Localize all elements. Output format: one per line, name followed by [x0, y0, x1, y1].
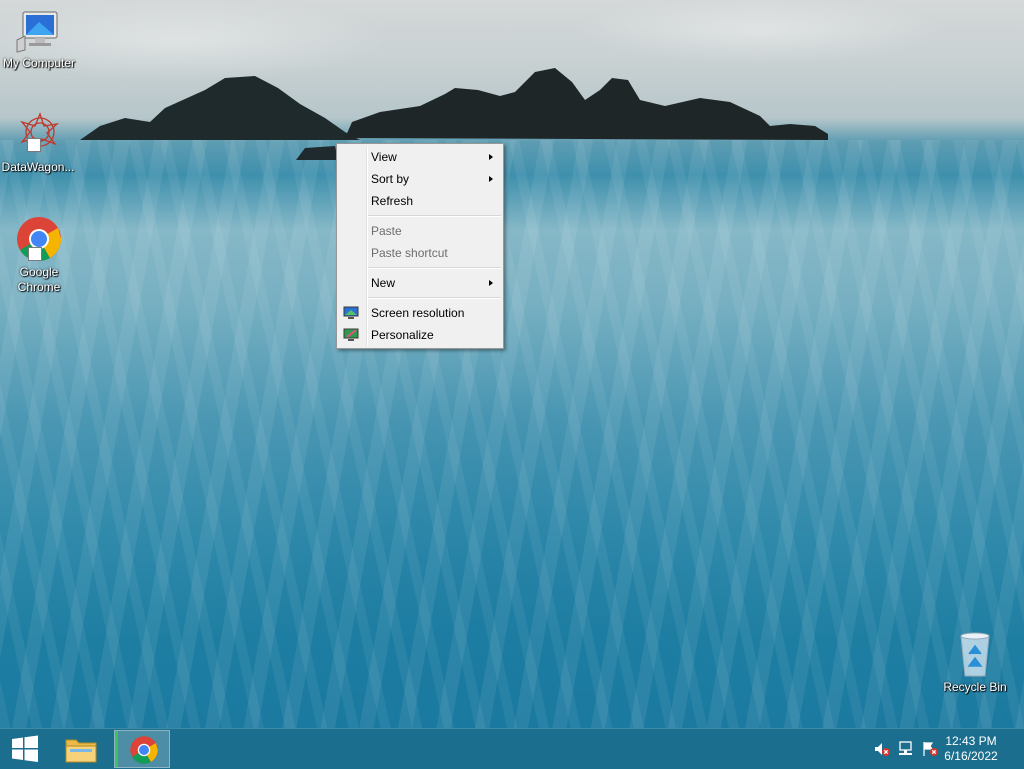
menu-item-label: Screen resolution	[371, 306, 465, 320]
chrome-icon	[130, 736, 158, 764]
menu-item-label: Refresh	[371, 194, 414, 208]
desktop-icon-google-chrome[interactable]: Google Chrome	[1, 215, 77, 295]
menu-item-sort-by[interactable]: Sort by	[337, 168, 503, 190]
taskbar: 12:43 PM 6/16/2022	[0, 728, 1024, 769]
active-indicator	[115, 731, 118, 767]
volume-muted-icon[interactable]	[874, 741, 890, 757]
taskbar-chrome-button[interactable]	[114, 730, 170, 768]
taskbar-file-explorer-button[interactable]	[54, 730, 110, 768]
menu-item-label: Paste	[371, 224, 402, 238]
shortcut-arrow-icon	[27, 138, 41, 152]
menu-item-label: Sort by	[371, 172, 410, 186]
submenu-arrow-icon	[489, 154, 493, 160]
desktop-icon-label: My Computer	[2, 56, 76, 70]
menu-item-label: New	[371, 276, 396, 290]
wallpaper-rocks	[80, 68, 828, 160]
menu-separator	[367, 215, 501, 217]
windows-logo-icon	[12, 735, 38, 762]
desktop-icon-label: Chrome	[17, 280, 61, 294]
submenu-arrow-icon	[489, 280, 493, 286]
menu-item-label: Personalize	[371, 328, 434, 342]
start-button[interactable]	[0, 729, 50, 769]
desktop-background[interactable]	[0, 0, 1024, 728]
menu-item-screen-resolution[interactable]: Screen resolution	[337, 302, 503, 324]
clock-date: 6/16/2022	[944, 749, 998, 763]
menu-item-label: View	[371, 150, 397, 164]
desktop-icon-label: Recycle Bin	[943, 680, 1007, 694]
computer-icon	[16, 11, 58, 53]
taskbar-clock[interactable]: 12:43 PM 6/16/2022	[936, 734, 1006, 764]
desktop-icon-label: Google	[19, 265, 59, 279]
desktop-icon-label: DataWagon...	[1, 160, 75, 174]
menu-item-view[interactable]: View	[337, 146, 503, 168]
submenu-arrow-icon	[489, 176, 493, 182]
desktop-context-menu: View Sort by Refresh Paste Paste shortcu…	[336, 143, 504, 349]
menu-item-label: Paste shortcut	[371, 246, 448, 260]
menu-item-personalize[interactable]: Personalize	[337, 324, 503, 346]
recycle-bin-icon	[960, 632, 990, 677]
menu-separator	[367, 297, 501, 299]
personalize-icon	[343, 328, 359, 341]
menu-item-paste[interactable]: Paste	[337, 220, 503, 242]
menu-item-refresh[interactable]: Refresh	[337, 190, 503, 212]
screen-resolution-icon	[343, 306, 359, 319]
shortcut-arrow-icon	[28, 247, 42, 261]
network-icon[interactable]	[898, 741, 914, 757]
desktop-icon-datawagon[interactable]: DataWagon...	[0, 110, 76, 175]
desktop-icon-recycle-bin[interactable]: Recycle Bin	[937, 630, 1013, 695]
wallpaper-streaks	[0, 140, 1024, 728]
desktop-icon-my-computer[interactable]: My Computer	[1, 10, 77, 71]
menu-item-new[interactable]: New	[337, 272, 503, 294]
menu-separator	[367, 267, 501, 269]
clock-time: 12:43 PM	[945, 734, 997, 748]
menu-item-paste-shortcut[interactable]: Paste shortcut	[337, 242, 503, 264]
folder-icon	[65, 739, 97, 763]
